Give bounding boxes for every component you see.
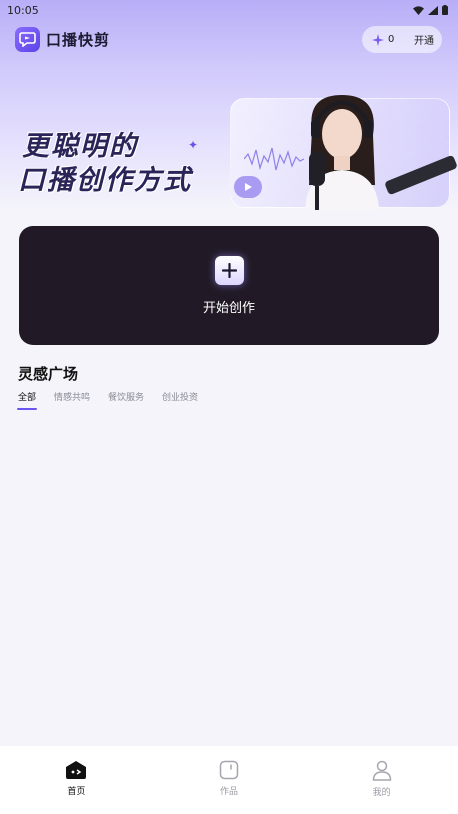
vip-count: 0 <box>388 34 395 45</box>
tab-food-service[interactable]: 餐饮服务 <box>108 390 144 408</box>
sparkle-icon <box>372 33 384 46</box>
tab-startup-investment[interactable]: 创业投资 <box>162 390 198 408</box>
app-logo <box>15 27 40 52</box>
nav-home-label: 首页 <box>67 787 86 797</box>
nav-home[interactable]: 首页 <box>36 760 116 797</box>
banner-play-icon <box>234 176 262 198</box>
battery-icon <box>442 5 448 15</box>
nav-works-label: 作品 <box>219 787 238 797</box>
banner-headline-line2: 口播创作方式 <box>18 165 192 196</box>
start-creation-label: 开始创作 <box>202 300 255 316</box>
inspiration-section-title: 灵感广场 <box>18 365 79 383</box>
plus-icon <box>214 255 244 285</box>
status-bar: 10:05 <box>0 0 458 20</box>
tab-emotional-resonance[interactable]: 情感共鸣 <box>54 390 90 408</box>
vip-open-label: 开通 <box>414 36 434 47</box>
start-creation-button[interactable]: 开始创作 <box>19 226 439 345</box>
profile-icon <box>372 760 391 781</box>
logo-icon <box>19 32 36 47</box>
wifi-icon <box>413 5 424 15</box>
nav-profile-label: 我的 <box>372 788 391 798</box>
category-tabs: 全部 情感共鸣 餐饮服务 创业投资 <box>16 390 198 410</box>
app-header: 口播快剪 <box>15 27 110 52</box>
promo-banner[interactable]: 更聪明的 ✦ 口播创作方式 <box>0 80 458 210</box>
presenter-illustration <box>305 95 379 210</box>
works-icon <box>219 760 239 780</box>
status-time: 10:05 <box>7 3 39 17</box>
tab-all[interactable]: 全部 <box>16 390 38 410</box>
home-icon <box>66 761 87 779</box>
signal-icon <box>428 5 438 15</box>
status-icons <box>413 5 448 15</box>
app-title: 口播快剪 <box>46 31 111 49</box>
nav-works[interactable]: 作品 <box>189 760 269 797</box>
banner-sparkle-icon: ✦ <box>188 138 199 152</box>
nav-profile[interactable]: 我的 <box>342 760 422 798</box>
vip-membership-button[interactable]: 0 开通 <box>362 26 442 53</box>
bottom-navigation: 首页 作品 我的 <box>0 746 458 814</box>
